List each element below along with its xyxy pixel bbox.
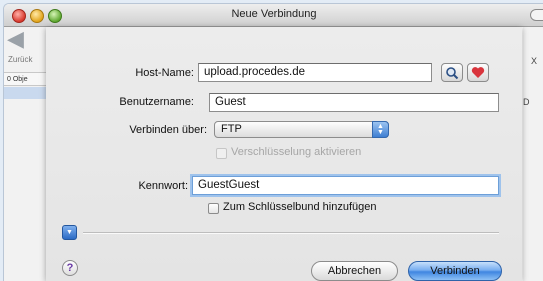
right-panel-column-text: D	[523, 97, 530, 107]
magnifier-icon	[446, 66, 459, 79]
title-bar: Neue Verbindung	[4, 4, 543, 27]
app-window: Neue Verbindung ◀ Zurück 0 Obje X D Host…	[3, 3, 543, 281]
selected-row	[4, 87, 46, 99]
protocol-select-value: FTP	[221, 123, 242, 135]
encryption-checkbox[interactable]	[216, 148, 227, 159]
help-button[interactable]: ?	[62, 260, 78, 276]
password-input[interactable]: GuestGuest	[192, 176, 499, 195]
back-label: Zurück	[8, 55, 33, 64]
new-connection-sheet: Host-Name: upload.procedes.de Benutzerna…	[46, 27, 522, 281]
encryption-label: Verschlüsselung aktivieren	[231, 146, 362, 158]
host-label: Host-Name:	[135, 67, 194, 79]
keychain-label: Zum Schlüsselbund hinzufügen	[223, 201, 377, 213]
cancel-button[interactable]: Abbrechen	[311, 261, 398, 281]
window-title: Neue Verbindung	[231, 8, 317, 20]
protocol-select[interactable]: FTP ▲ ▼	[214, 121, 389, 138]
select-arrows-icon: ▲ ▼	[372, 121, 389, 138]
right-panel-text: X	[531, 56, 538, 66]
connect-via-label: Verbinden über:	[129, 124, 207, 136]
heart-icon	[471, 67, 485, 78]
column-header: 0 Obje	[4, 72, 46, 86]
back-arrow-icon[interactable]: ◀	[7, 28, 24, 50]
username-label: Benutzername:	[119, 96, 194, 108]
password-label: Kennwort:	[138, 180, 188, 192]
toolbar-toggle-button[interactable]	[530, 9, 543, 21]
search-bonjour-button[interactable]	[441, 63, 463, 82]
separator	[83, 232, 499, 234]
options-disclosure-button[interactable]: ▼	[62, 225, 77, 240]
host-input[interactable]: upload.procedes.de	[198, 63, 432, 82]
username-input[interactable]: Guest	[209, 93, 499, 112]
connect-button[interactable]: Verbinden	[408, 261, 502, 281]
background-browser-panel	[4, 27, 46, 281]
favorites-button[interactable]	[467, 63, 489, 82]
keychain-checkbox[interactable]	[208, 203, 219, 214]
